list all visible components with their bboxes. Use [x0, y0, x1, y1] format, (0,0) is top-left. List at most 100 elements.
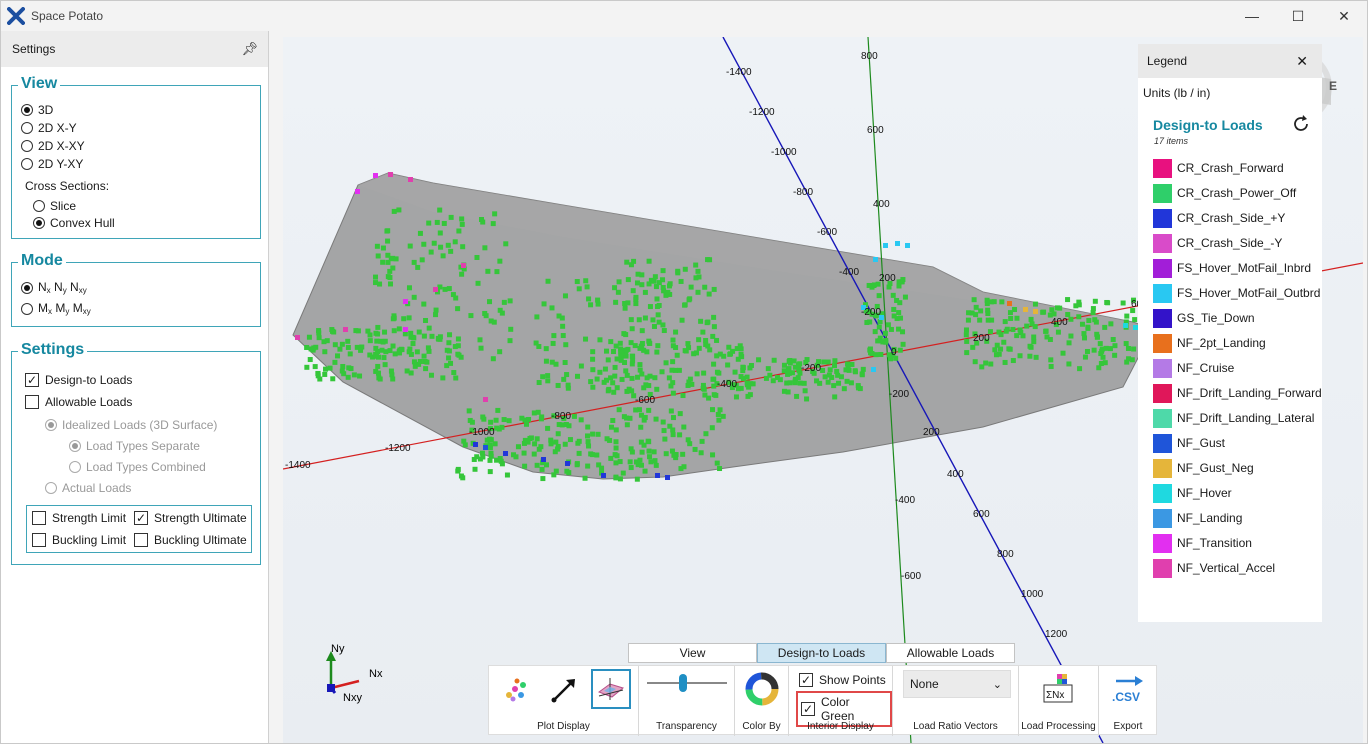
allowable-loads-checkbox[interactable]	[25, 395, 39, 409]
load-point	[639, 282, 645, 288]
load-point	[610, 417, 616, 423]
legend-item[interactable]: NF_2pt_Landing	[1153, 333, 1266, 353]
export-csv-button[interactable]: .CSV	[1109, 670, 1147, 708]
legend-close-icon[interactable]: ✕	[1296, 53, 1308, 70]
buckling-limit-checkbox[interactable]	[32, 533, 46, 547]
legend-item-label: NF_Drift_Landing_Forward	[1177, 386, 1322, 400]
show-points-checkbox[interactable]: ✓	[799, 673, 813, 687]
radio-actual[interactable]	[45, 482, 57, 494]
load-point	[585, 463, 591, 469]
radio-slice[interactable]	[33, 200, 45, 212]
legend-item-label: NF_2pt_Landing	[1177, 336, 1266, 350]
mode-option-n[interactable]: Nx Ny Nxy	[21, 280, 87, 295]
load-processing-button[interactable]: ΣNx	[1039, 670, 1077, 708]
maximize-button[interactable]: ☐	[1275, 1, 1321, 31]
load-types-combined-option[interactable]: Load Types Combined	[69, 460, 206, 474]
tab-view[interactable]: View	[628, 643, 757, 663]
legend-item[interactable]: NF_Gust	[1153, 433, 1225, 453]
load-point	[675, 268, 681, 274]
transparency-slider-thumb[interactable]	[679, 674, 688, 692]
mode-option-m[interactable]: Mx My Mxy	[21, 301, 91, 316]
radio-2d-x-y[interactable]	[21, 122, 33, 134]
radio-separate[interactable]	[69, 440, 81, 452]
buckling-ultimate-option[interactable]: Buckling Ultimate	[134, 533, 247, 547]
tab-design-to-loads[interactable]: Design-to Loads	[757, 643, 886, 663]
load-point	[670, 380, 676, 386]
load-point	[308, 346, 314, 352]
design-to-loads-checkbox[interactable]: ✓	[25, 373, 39, 387]
legend-item[interactable]: CR_Crash_Side_-Y	[1153, 233, 1282, 253]
strength-ultimate-option[interactable]: ✓ Strength Ultimate	[134, 511, 247, 525]
cross-option-convex-hull[interactable]: Convex Hull	[33, 216, 115, 230]
x-axis-tick-label: -200	[801, 363, 821, 374]
load-point	[1091, 347, 1097, 353]
csv-export-icon: .CSV	[1112, 676, 1143, 704]
surface-plot-button[interactable]	[591, 669, 631, 709]
color-green-checkbox[interactable]: ✓	[801, 702, 815, 716]
allowable-loads-option[interactable]: Allowable Loads	[25, 395, 132, 409]
strength-limit-option[interactable]: Strength Limit	[32, 511, 126, 525]
legend-item[interactable]: NF_Hover	[1153, 483, 1232, 503]
view-option-2d-y-xy[interactable]: 2D Y-XY	[21, 157, 83, 171]
minimize-button[interactable]: —	[1229, 1, 1275, 31]
view-option-3d[interactable]: 3D	[21, 103, 53, 117]
strength-ultimate-checkbox[interactable]: ✓	[134, 511, 148, 525]
legend-item[interactable]: GS_Tie_Down	[1153, 308, 1255, 328]
radio-mode-n[interactable]	[21, 281, 33, 294]
load-ratio-dropdown[interactable]: None ⌄	[903, 670, 1011, 698]
cross-option-slice[interactable]: Slice	[33, 199, 76, 213]
load-point	[693, 350, 699, 356]
buckling-ultimate-checkbox[interactable]	[134, 533, 148, 547]
radio-2d-y-xy[interactable]	[21, 158, 33, 170]
radio-mode-m[interactable]	[21, 302, 33, 315]
load-point	[438, 244, 444, 250]
legend-item[interactable]: FS_Hover_MotFail_Inbrd	[1153, 258, 1311, 278]
legend-item[interactable]: CR_Crash_Side_+Y	[1153, 208, 1285, 228]
load-point	[732, 369, 738, 375]
load-point	[452, 344, 458, 350]
pin-icon[interactable]: 📌︎	[241, 41, 258, 57]
show-points-option[interactable]: ✓ Show Points	[799, 673, 886, 687]
legend-item[interactable]: NF_Cruise	[1153, 358, 1234, 378]
legend-item[interactable]: NF_Vertical_Accel	[1153, 558, 1275, 578]
strength-limit-checkbox[interactable]	[32, 511, 46, 525]
vector-plot-button[interactable]	[545, 671, 583, 709]
load-point	[375, 253, 381, 259]
buckling-limit-option[interactable]: Buckling Limit	[32, 533, 126, 547]
load-point	[365, 328, 371, 334]
color-by-button[interactable]	[743, 670, 781, 708]
radio-3d[interactable]	[21, 104, 33, 116]
legend-item[interactable]: NF_Transition	[1153, 533, 1252, 553]
load-point	[678, 278, 684, 284]
load-point	[646, 407, 652, 413]
load-point	[565, 385, 571, 391]
scatter-plot-button[interactable]	[497, 671, 535, 709]
legend-title: Design-to Loads	[1153, 117, 1263, 133]
legend-item[interactable]: NF_Landing	[1153, 508, 1242, 528]
radio-convex-hull[interactable]	[33, 217, 45, 229]
legend-item[interactable]: FS_Hover_MotFail_Outbrd	[1153, 283, 1320, 303]
legend-item[interactable]: CR_Crash_Forward	[1153, 158, 1284, 178]
idealized-loads-option[interactable]: Idealized Loads (3D Surface)	[45, 418, 217, 432]
load-point	[868, 350, 874, 356]
load-point	[620, 470, 626, 476]
actual-loads-option[interactable]: Actual Loads	[45, 481, 131, 495]
tab-allowable-loads[interactable]: Allowable Loads	[886, 643, 1015, 663]
load-point	[556, 313, 562, 319]
design-to-loads-option[interactable]: ✓ Design-to Loads	[25, 373, 132, 387]
load-point	[1085, 324, 1091, 330]
radio-idealized[interactable]	[45, 419, 57, 431]
legend-item[interactable]: NF_Drift_Landing_Forward	[1153, 383, 1322, 403]
legend-item[interactable]: NF_Gust_Neg	[1153, 458, 1254, 478]
view-option-2d-x-y[interactable]: 2D X-Y	[21, 121, 77, 135]
radio-combined[interactable]	[69, 461, 81, 473]
legend-item[interactable]: NF_Drift_Landing_Lateral	[1153, 408, 1314, 428]
radio-2d-x-xy[interactable]	[21, 140, 33, 152]
close-button[interactable]: ✕	[1321, 1, 1367, 31]
refresh-icon[interactable]	[1291, 114, 1311, 134]
legend-item[interactable]: CR_Crash_Power_Off	[1153, 183, 1296, 203]
load-types-separate-option[interactable]: Load Types Separate	[69, 439, 200, 453]
view-option-2d-x-xy[interactable]: 2D X-XY	[21, 139, 85, 153]
load-point	[595, 297, 601, 303]
load-point	[1068, 333, 1074, 339]
